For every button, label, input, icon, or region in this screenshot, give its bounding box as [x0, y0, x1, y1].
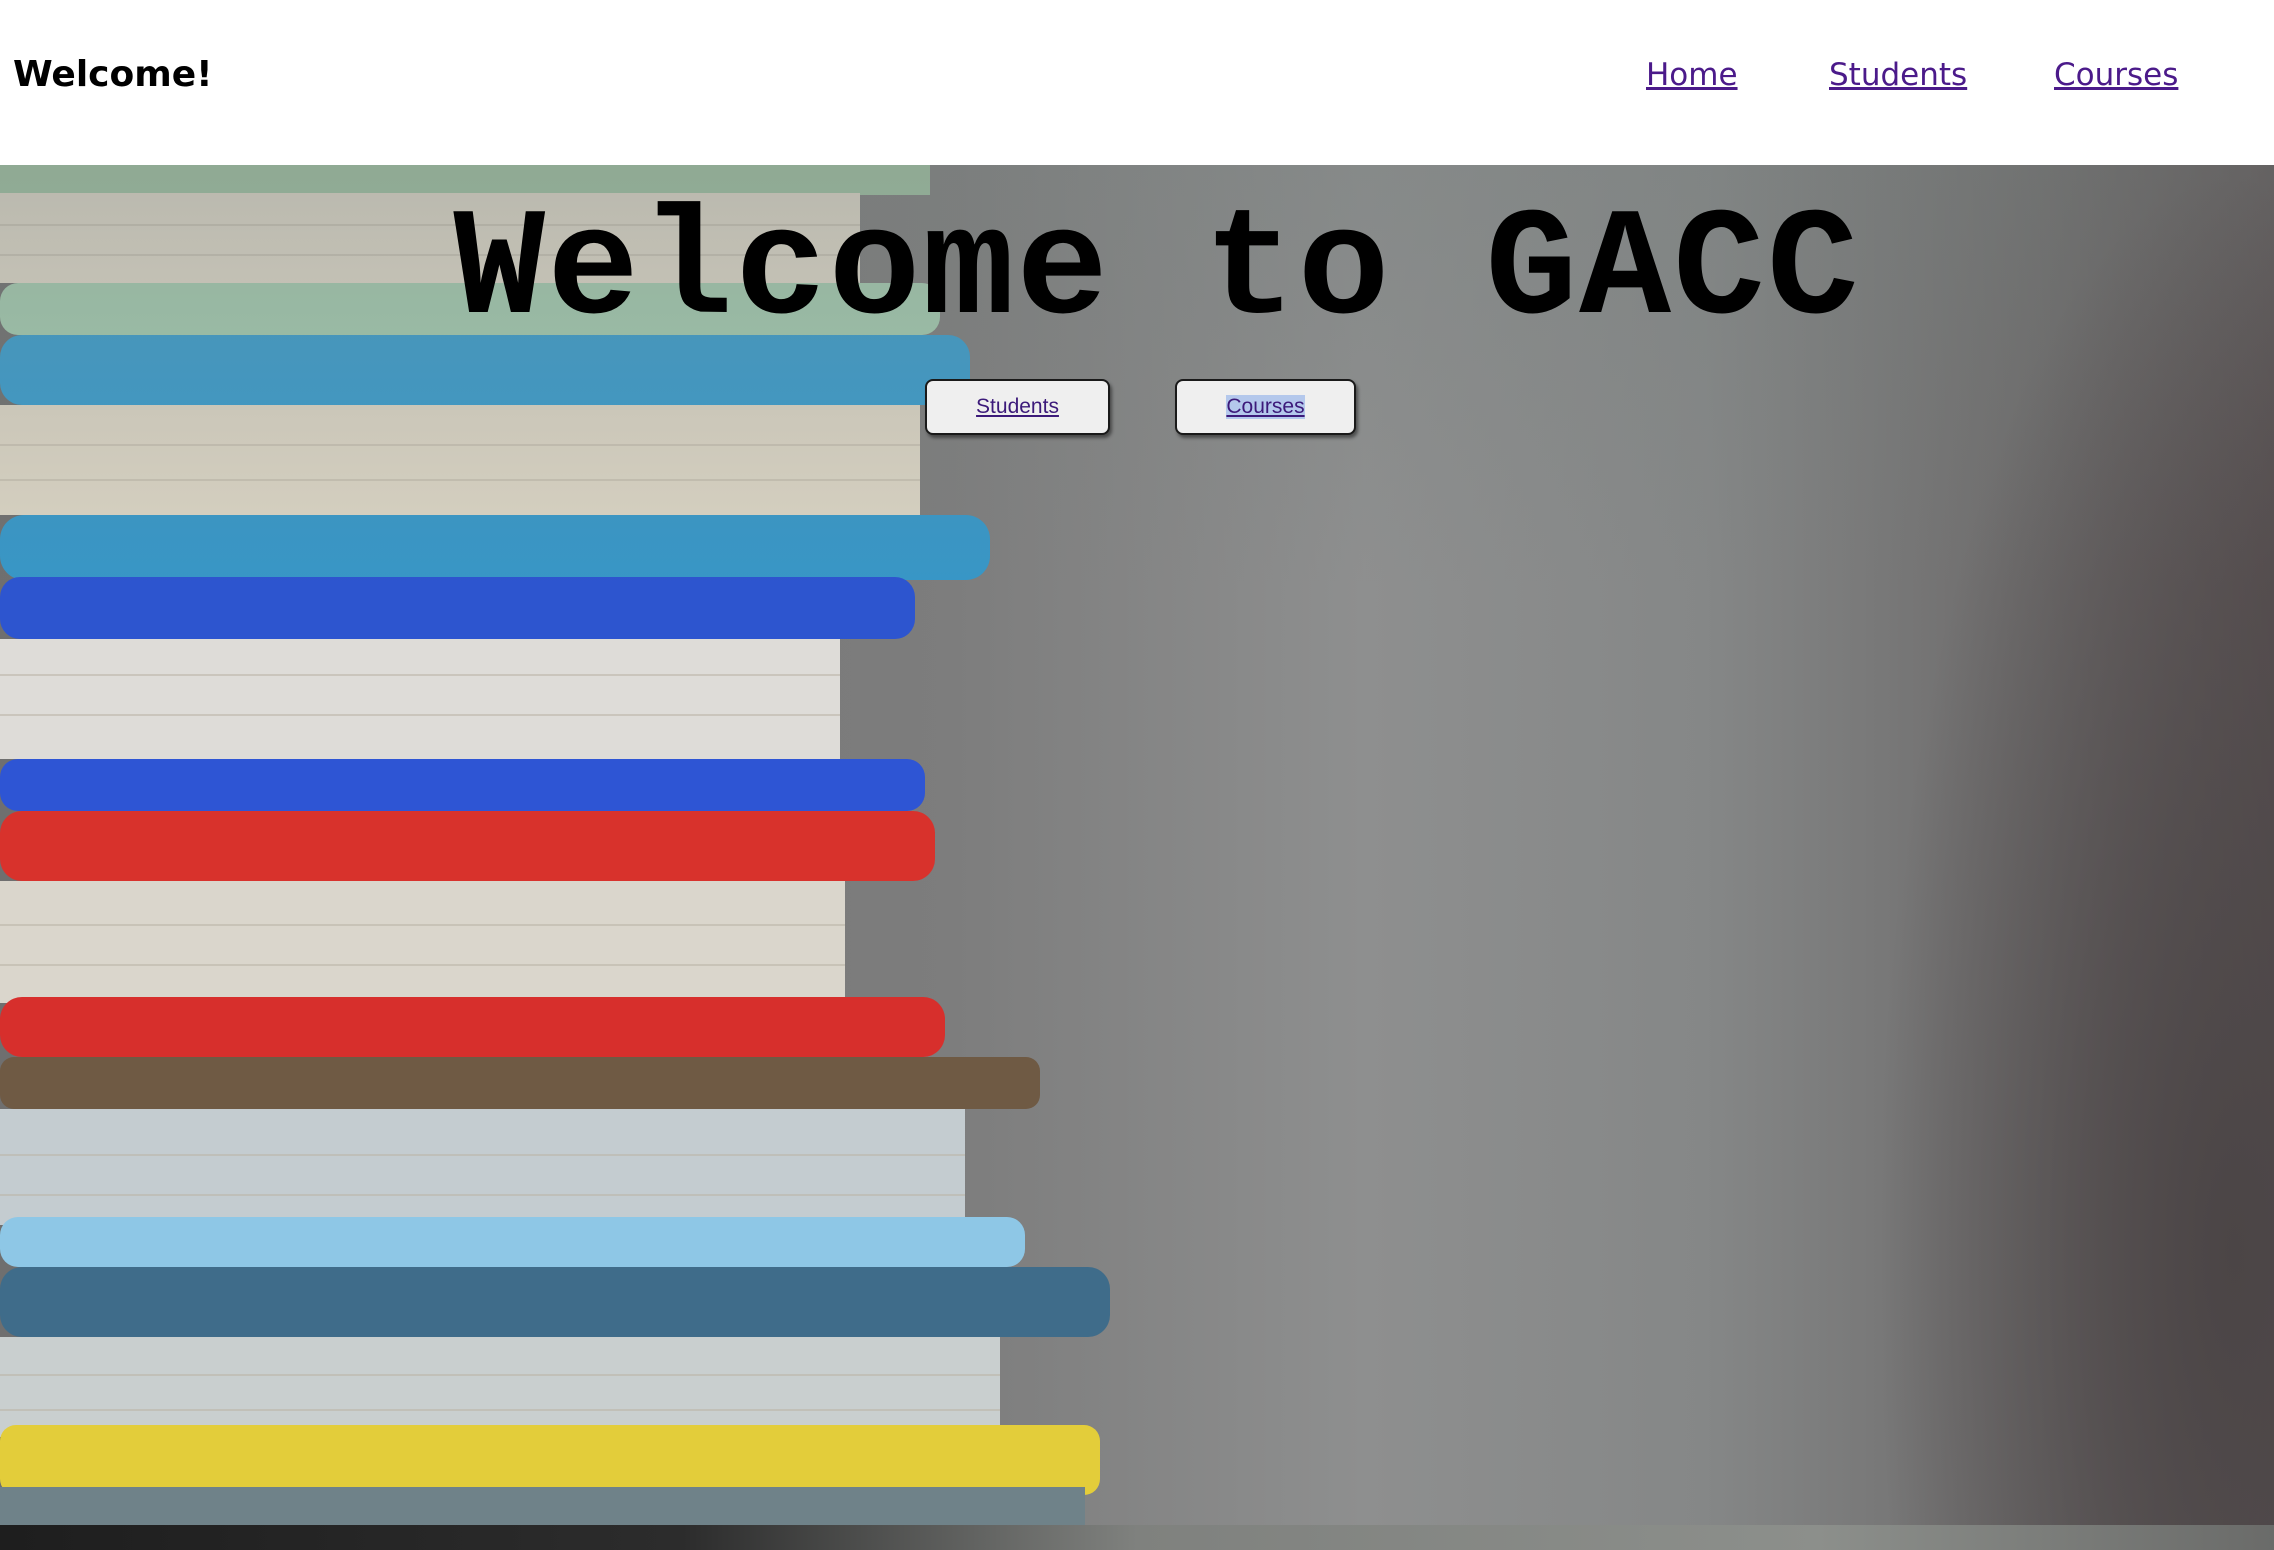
nav-link-home[interactable]: Home — [1646, 50, 1738, 100]
hero-section: Welcome to GACC Students Courses — [0, 165, 2274, 1525]
hero-students-link[interactable]: Students — [976, 395, 1059, 419]
hero-title: Welcome to GACC — [453, 185, 1861, 358]
bottom-background-strip — [0, 1525, 2274, 1550]
brand-title: Welcome! — [13, 54, 213, 95]
hero-courses-link[interactable]: Courses — [1226, 395, 1305, 419]
nav-link-students[interactable]: Students — [1829, 50, 1967, 100]
hero-students-button[interactable]: Students — [925, 379, 1110, 435]
site-header: Welcome! Home Students Courses — [0, 0, 2274, 165]
background-blur-right — [1874, 165, 2274, 1525]
nav-link-courses[interactable]: Courses — [2054, 50, 2178, 100]
hero-courses-button[interactable]: Courses — [1175, 379, 1356, 435]
